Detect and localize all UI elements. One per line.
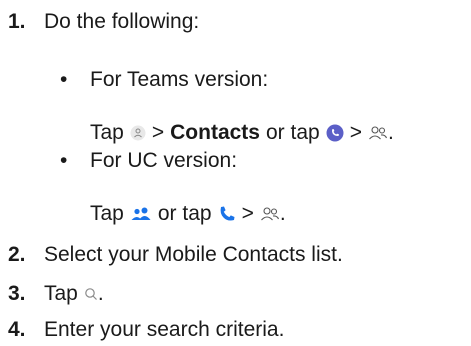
step-number: 4. [8, 318, 26, 341]
substep-label: For UC version: [90, 149, 238, 172]
period: . [387, 121, 394, 144]
substep-label: For Teams version: [90, 68, 269, 91]
people-icon [260, 206, 280, 222]
bullet: • [60, 149, 68, 172]
gt-symbol: > [349, 121, 362, 144]
period: . [97, 282, 104, 305]
people-icon [368, 125, 388, 141]
step-number: 1. [8, 10, 26, 33]
gt-symbol: > [151, 121, 165, 144]
or-tap-text: or tap [265, 121, 320, 144]
search-icon [84, 287, 98, 301]
substep-uc-instruction: Tap or tap > . [90, 199, 286, 229]
step-3: 3. Tap . [8, 279, 104, 309]
period: . [279, 202, 286, 225]
step-text: Tap [44, 282, 78, 305]
step-2: 2. Select your Mobile Contacts list. [8, 240, 343, 270]
step-number: 2. [8, 243, 26, 266]
step-1: 1. Do the following: [8, 7, 199, 37]
gt-symbol: > [241, 202, 254, 225]
bullet: • [60, 68, 68, 91]
step-number: 3. [8, 282, 26, 305]
step-text: Enter your search criteria. [44, 318, 285, 341]
contacts-label: Contacts [170, 121, 260, 144]
people-group-icon [130, 206, 152, 222]
avatar-icon [130, 125, 146, 141]
phone-circle-icon [326, 124, 344, 142]
substep-teams: • For Teams version: [60, 65, 268, 95]
substep-teams-instruction: Tap > Contacts or tap > . [90, 118, 394, 148]
tap-text: Tap [90, 121, 124, 144]
or-tap-text: or tap [157, 202, 212, 225]
step-text: Do the following: [44, 10, 200, 33]
phone-icon [218, 205, 236, 223]
step-text: Select your Mobile Contacts list. [44, 243, 343, 266]
tap-text: Tap [90, 202, 124, 225]
substep-uc: • For UC version: [60, 146, 237, 176]
step-4: 4. Enter your search criteria. [8, 315, 284, 345]
